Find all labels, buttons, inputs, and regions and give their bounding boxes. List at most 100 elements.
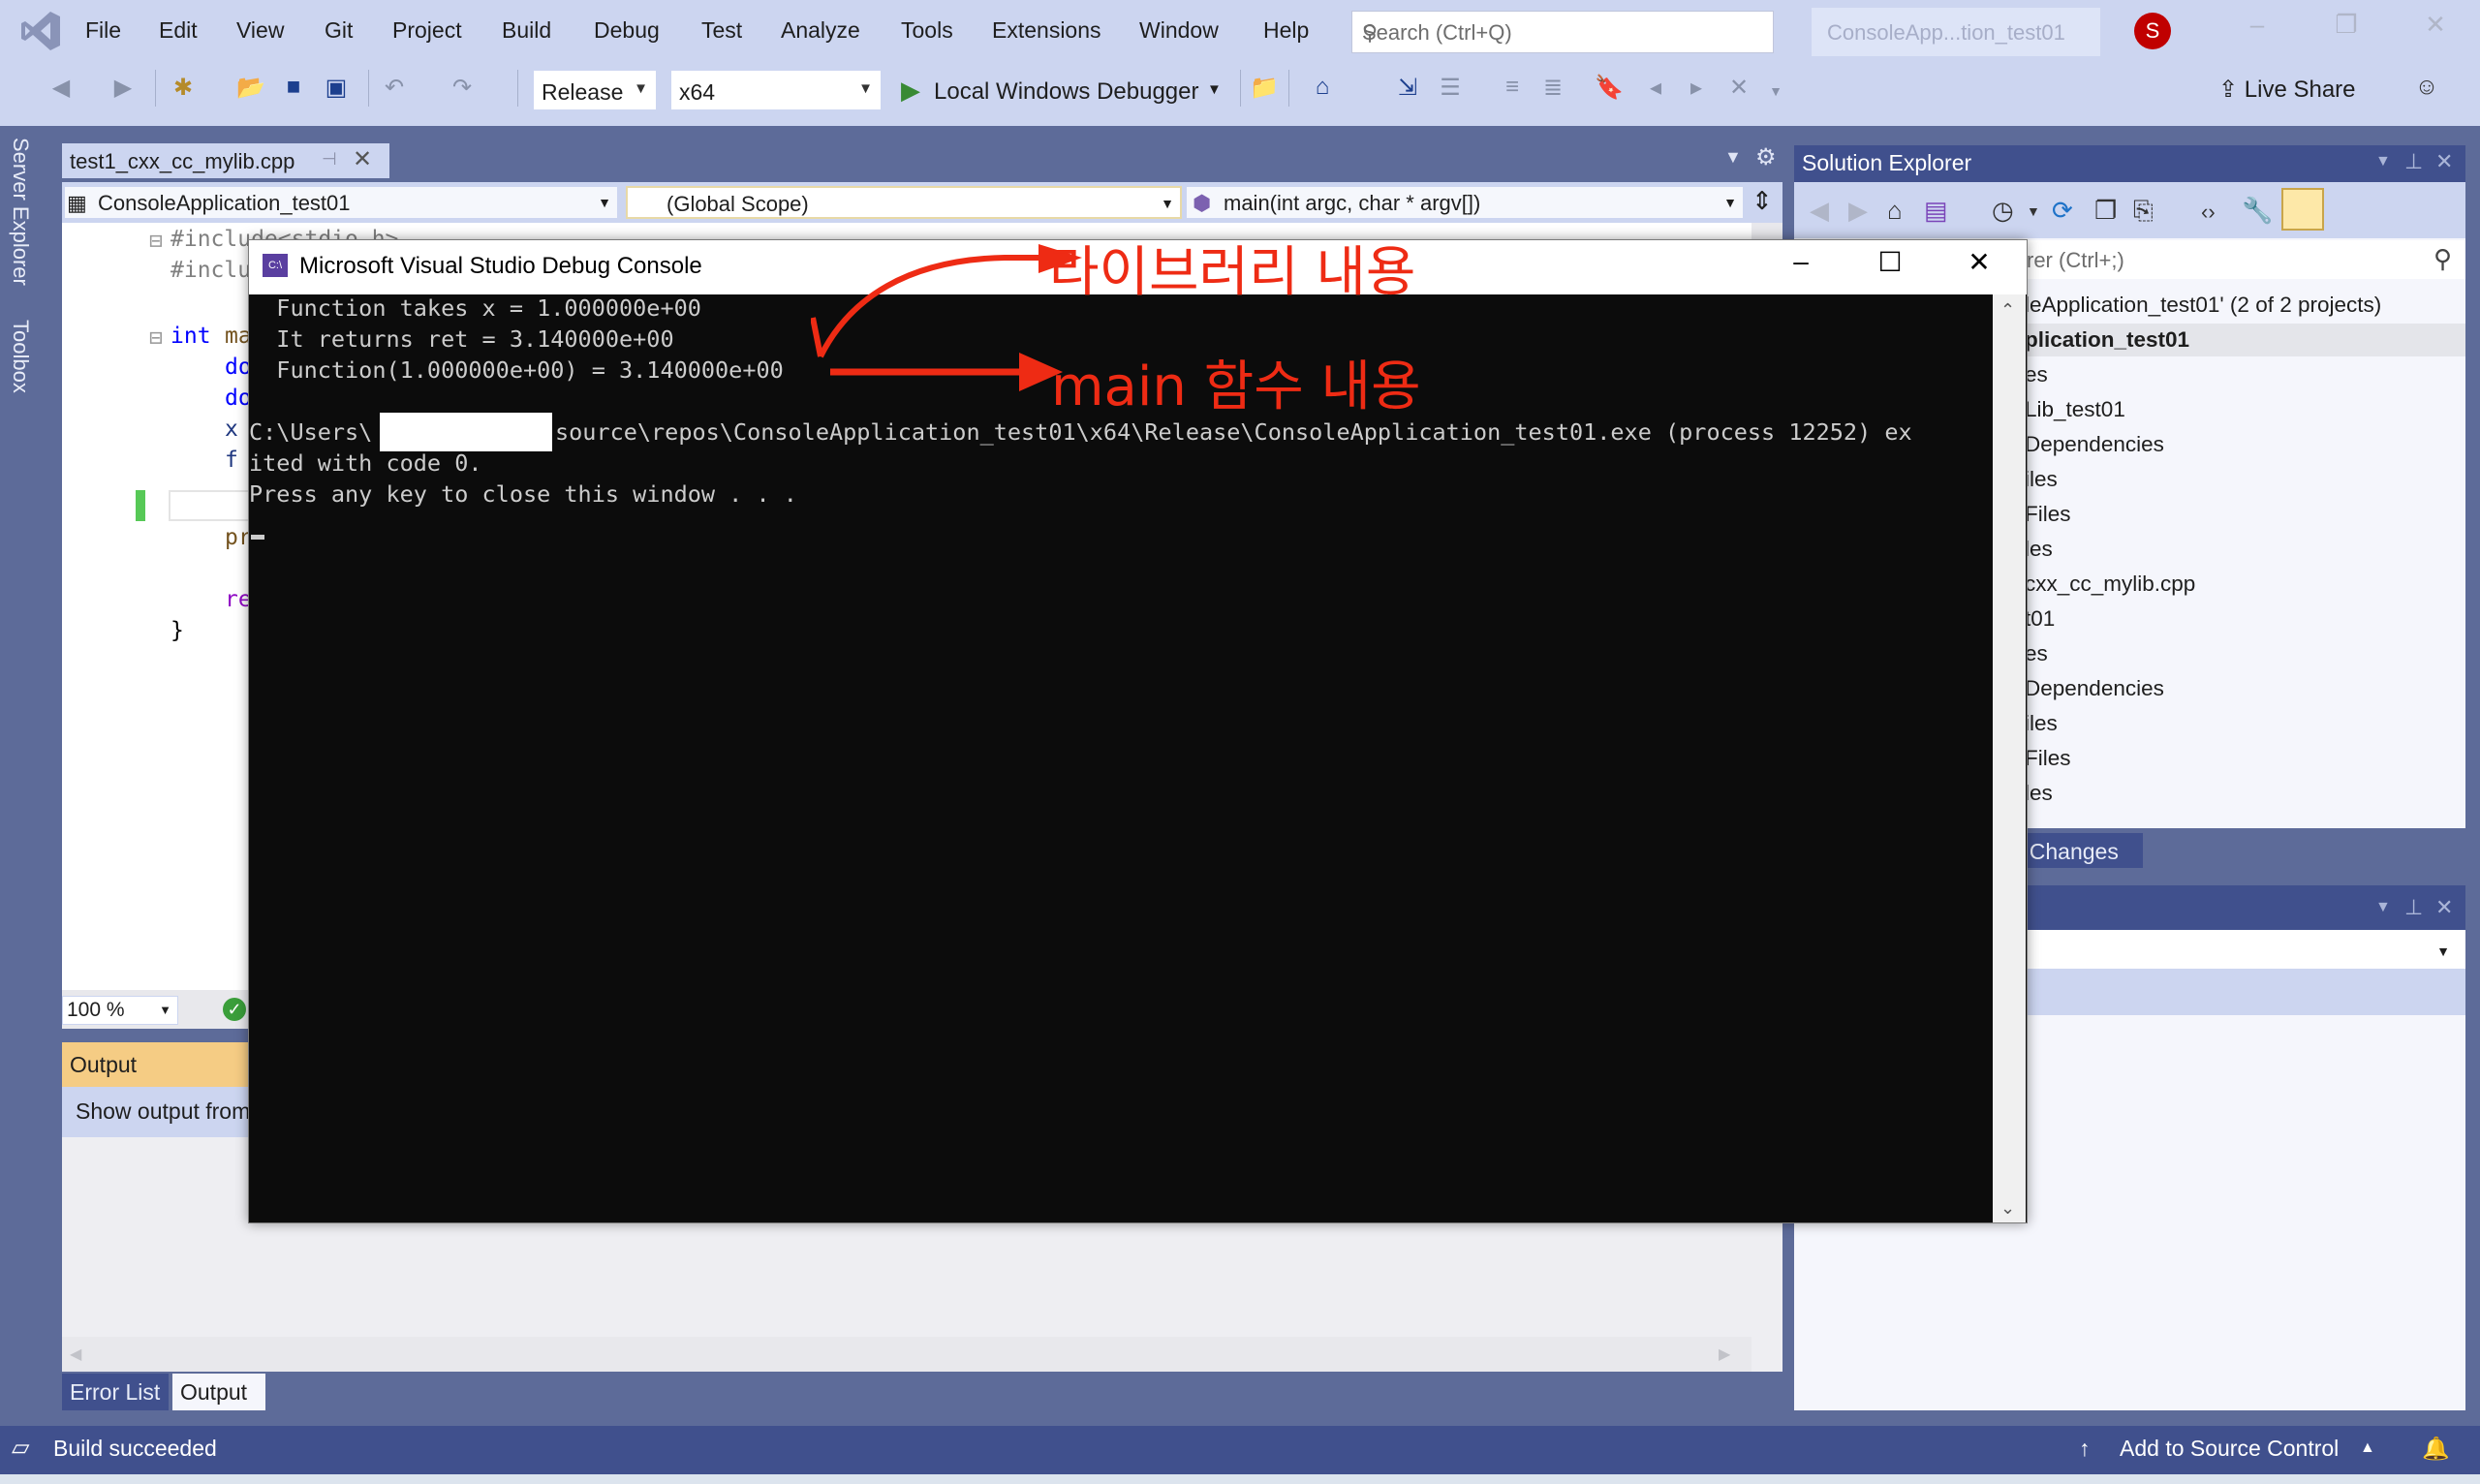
tree-item[interactable]: leApplication_test01' (2 of 2 projects) xyxy=(2025,293,2381,318)
tree-item[interactable]: iles xyxy=(2025,711,2058,736)
minimize-button[interactable]: – xyxy=(2238,10,2277,40)
menu-test[interactable]: Test xyxy=(701,17,742,44)
menu-debug[interactable]: Debug xyxy=(594,17,660,44)
tree-item[interactable]: es xyxy=(2025,362,2048,387)
outline-icon[interactable]: ☰ xyxy=(1436,74,1465,102)
bookmark-icon[interactable]: 🔖 xyxy=(1595,74,1624,102)
chevron-up-icon[interactable]: ▲ xyxy=(2360,1439,2375,1457)
restore-button[interactable]: ❐ xyxy=(2327,10,2366,40)
back-icon[interactable]: ◀ xyxy=(46,74,76,102)
show-all-files-icon[interactable]: ⎘ xyxy=(2133,196,2154,227)
fold-icon[interactable]: ⊟ xyxy=(149,229,163,254)
new-project-icon[interactable]: ✱ xyxy=(169,74,198,102)
console-close-button[interactable]: ✕ xyxy=(1960,246,1999,278)
close-icon[interactable]: ✕ xyxy=(2435,149,2453,174)
forward-icon[interactable]: ▶ xyxy=(108,74,138,102)
editor-tab[interactable]: test1_cxx_cc_mylib.cpp ⊣ ✕ xyxy=(62,143,389,178)
pin-icon[interactable]: ⊣ xyxy=(322,149,337,170)
scroll-down-icon[interactable]: ⌄ xyxy=(2000,1198,2015,1219)
next-bookmark-icon[interactable]: ▸ xyxy=(1682,74,1711,102)
close-tab-icon[interactable]: ✕ xyxy=(353,145,372,173)
tree-item[interactable]: es xyxy=(2025,641,2048,666)
tree-item[interactable]: les xyxy=(2025,537,2053,562)
step-into-icon[interactable]: ⇲ xyxy=(1393,74,1422,102)
open-file-icon[interactable]: 📂 xyxy=(236,74,265,102)
properties-wrench-icon[interactable]: 🔧 xyxy=(2242,196,2273,226)
tree-item[interactable]: Lib_test01 xyxy=(2025,397,2125,422)
configuration-select[interactable]: Release ▼ xyxy=(533,70,657,110)
menu-project[interactable]: Project xyxy=(392,17,462,44)
notifications-bell-icon[interactable]: 🔔 xyxy=(2422,1436,2450,1462)
avatar[interactable]: S xyxy=(2134,13,2171,49)
forward-icon[interactable]: ▶ xyxy=(1848,196,1868,226)
back-icon[interactable]: ◀ xyxy=(1810,196,1829,226)
chevron-down-icon[interactable]: ▼ xyxy=(1207,81,1222,98)
menu-build[interactable]: Build xyxy=(502,17,551,44)
menu-analyze[interactable]: Analyze xyxy=(781,17,860,44)
find-in-files-icon[interactable]: 📁 xyxy=(1250,74,1279,102)
menu-file[interactable]: File xyxy=(85,17,121,44)
close-icon[interactable]: ✕ xyxy=(2435,895,2453,920)
server-explorer-tab[interactable]: Server Explorer xyxy=(8,138,33,286)
prev-bookmark-icon[interactable]: ◂ xyxy=(1641,74,1670,102)
tree-item[interactable]: Files xyxy=(2025,746,2071,771)
scroll-left-icon[interactable]: ◀ xyxy=(70,1345,81,1364)
chevron-down-icon[interactable]: ▼ xyxy=(2027,203,2040,219)
console-maximize-button[interactable]: ☐ xyxy=(1871,246,1909,278)
menu-window[interactable]: Window xyxy=(1139,17,1219,44)
scroll-right-icon[interactable]: ▶ xyxy=(1719,1345,1730,1364)
toolbar-overflow-icon[interactable]: ▼ xyxy=(1761,83,1790,99)
tab-output[interactable]: Output xyxy=(172,1374,265,1410)
save-icon[interactable]: ■ xyxy=(279,74,308,101)
pin-icon[interactable]: ⊥ xyxy=(2404,149,2423,174)
menu-edit[interactable]: Edit xyxy=(159,17,198,44)
tree-item[interactable]: Dependencies xyxy=(2025,432,2164,457)
scope-combo[interactable]: (Global Scope) ▼ xyxy=(626,186,1182,219)
tree-item[interactable]: iles xyxy=(2025,467,2058,492)
console-minimize-button[interactable]: – xyxy=(1782,246,1820,277)
uncomment-icon[interactable]: ≣ xyxy=(1538,74,1567,102)
clear-bookmarks-icon[interactable]: ✕ xyxy=(1724,74,1753,102)
member-combo[interactable]: ⬢ main(int argc, char * argv[]) ▼ xyxy=(1186,186,1744,219)
close-button[interactable]: ✕ xyxy=(2416,10,2455,40)
search-input[interactable]: Search (Ctrl+Q) ⚲ xyxy=(1351,11,1774,53)
refresh-icon[interactable]: ⟳ xyxy=(2052,196,2073,226)
platform-select[interactable]: x64 ▼ xyxy=(670,70,882,110)
view-code-icon[interactable]: ‹› xyxy=(2201,200,2216,225)
project-combo[interactable]: ▦ ConsoleApplication_test01 ▼ xyxy=(64,186,618,219)
toolbox-tab[interactable]: Toolbox xyxy=(8,320,33,393)
panel-menu-icon[interactable]: ▼ xyxy=(2375,153,2391,170)
pin-icon[interactable]: ⊥ xyxy=(2404,895,2423,920)
undo-icon[interactable]: ↶ xyxy=(380,74,409,102)
pending-changes-icon[interactable]: ◷ xyxy=(1992,196,2014,226)
tree-item[interactable]: t01 xyxy=(2025,606,2055,632)
no-issues-check-icon[interactable]: ✓ xyxy=(223,998,246,1021)
menu-help[interactable]: Help xyxy=(1263,17,1309,44)
debug-console-window[interactable]: C:\ Microsoft Visual Studio Debug Consol… xyxy=(248,239,2028,1223)
start-debugging-button[interactable]: ▶ Local Windows Debugger ▼ xyxy=(899,70,1228,110)
add-to-source-control-button[interactable]: Add to Source Control xyxy=(2120,1436,2339,1462)
tree-item[interactable]: Files xyxy=(2025,502,2071,527)
redo-icon[interactable]: ↷ xyxy=(448,74,477,102)
fold-icon[interactable]: ⊟ xyxy=(149,325,163,351)
tree-item[interactable]: cxx_cc_mylib.cpp xyxy=(2025,572,2195,597)
tree-item[interactable]: plication_test01 xyxy=(2025,327,2189,353)
output-horizontal-scrollbar[interactable]: ◀ ▶ xyxy=(62,1337,1752,1372)
zoom-select[interactable]: 100 % ▼ xyxy=(62,996,178,1025)
home-icon[interactable]: ⌂ xyxy=(1887,196,1903,226)
menu-tools[interactable]: Tools xyxy=(901,17,953,44)
tree-item[interactable]: Dependencies xyxy=(2025,676,2164,701)
tree-item[interactable]: les xyxy=(2025,781,2053,806)
collapse-all-icon[interactable]: ❐ xyxy=(2094,196,2117,226)
feedback-icon[interactable]: ☺ xyxy=(2412,74,2441,101)
live-share-button[interactable]: ⇪ Live Share xyxy=(2218,76,2356,104)
gear-icon[interactable]: ⚙ xyxy=(1755,143,1777,171)
preview-selected-toggle[interactable] xyxy=(2281,188,2324,231)
menu-extensions[interactable]: Extensions xyxy=(992,17,1101,44)
comment-icon[interactable]: ≡ xyxy=(1498,74,1527,101)
scroll-up-icon[interactable]: ⌃ xyxy=(2000,300,2015,321)
home-view-icon[interactable]: ⌂ xyxy=(1308,74,1337,101)
menu-git[interactable]: Git xyxy=(325,17,353,44)
console-vertical-scrollbar[interactable]: ⌃ ⌄ xyxy=(1993,294,2026,1222)
tab-list-dropdown-icon[interactable]: ▼ xyxy=(1724,147,1742,168)
